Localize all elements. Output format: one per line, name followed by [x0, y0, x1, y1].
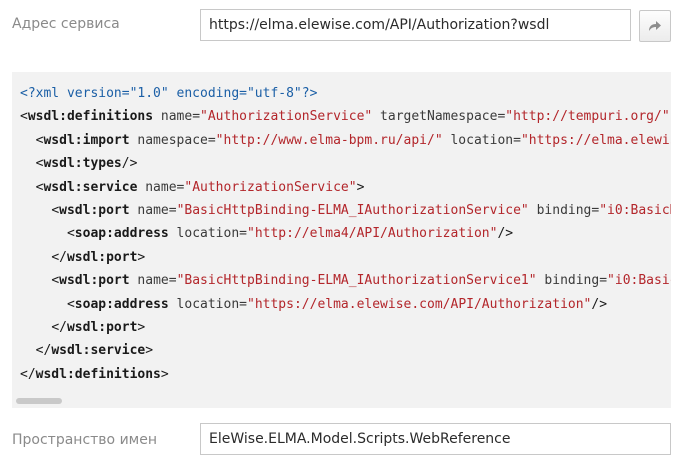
code-token-attr: name= — [137, 179, 185, 195]
code-line: </wsdl:port> — [20, 246, 671, 269]
code-token-punc: < — [51, 202, 60, 218]
code-token-tag: wsdl:service — [51, 343, 146, 359]
code-line: <wsdl:port name="BasicHttpBinding-ELMA_I… — [20, 199, 671, 222]
code-line: <wsdl:port name="BasicHttpBinding-ELMA_I… — [20, 269, 671, 292]
code-token-punc: </ — [51, 249, 67, 265]
code-token-punc: /> — [591, 296, 608, 312]
code-token-punc: </ — [51, 319, 67, 335]
code-token-attr: location= — [168, 296, 247, 312]
code-line: </wsdl:port> — [20, 316, 671, 339]
code-token-val: "i0:BasicHttpBinding-ELMA_IAuthorization… — [599, 202, 671, 218]
code-line: </wsdl:service> — [20, 339, 671, 362]
code-line: </wsdl:definitions> — [20, 363, 671, 386]
code-token-val: "http://tempuri.org/" — [505, 109, 670, 125]
code-token-punc: > — [160, 366, 169, 382]
code-token-tag: wsdl:import — [43, 132, 130, 148]
wsdl-code-panel[interactable]: <?xml version="1.0" encoding="utf-8"?> <w… — [12, 72, 671, 408]
code-token-attr: binding= — [536, 273, 608, 289]
code-token-val: "http://www.elma-bpm.ru/api/" — [215, 132, 443, 148]
code-token-tag: wsdl:port — [66, 319, 138, 335]
code-token-attr: name= — [153, 109, 201, 125]
code-token-tag: wsdl:definitions — [27, 109, 154, 125]
horizontal-scrollbar-thumb[interactable] — [16, 398, 62, 404]
code-token-attr: location= — [442, 132, 521, 148]
code-token-val: "AuthorizationService" — [184, 179, 357, 195]
code-token-punc: > — [145, 343, 154, 359]
namespace-label: Пространство имен — [12, 432, 157, 448]
code-token-val: "i0:BasicHttpBinding-ELMA_IAuthorization… — [607, 273, 671, 289]
code-token-val: "http://elma4/API/Authorization" — [247, 226, 498, 242]
code-token-punc: </ — [20, 366, 36, 382]
code-line: <wsdl:types/> — [20, 152, 671, 175]
code-token-attr: namespace= — [129, 132, 216, 148]
code-token-tag: soap:address — [74, 226, 169, 242]
code-token-attr: name= — [129, 273, 177, 289]
code-token-tag: wsdl:port — [66, 249, 138, 265]
code-token-punc: < — [51, 273, 60, 289]
code-token-attr: binding= — [528, 202, 600, 218]
code-token-attr: name= — [129, 202, 177, 218]
code-line: <soap:address location="https://elma.ele… — [20, 293, 671, 316]
code-token-punc: /> — [121, 156, 138, 172]
code-line: <wsdl:import namespace="http://www.elma-… — [20, 129, 671, 152]
service-address-label: Адрес сервиса — [12, 16, 120, 32]
code-token-punc: > — [137, 319, 146, 335]
code-token-punc: > — [137, 249, 146, 265]
code-token-punc: </ — [35, 343, 52, 359]
service-address-input[interactable]: https://elma.elewise.com/API/Authorizati… — [200, 9, 631, 41]
code-token-tag: wsdl:service — [43, 179, 138, 195]
code-token-tag: soap:address — [74, 296, 169, 312]
code-token-punc: < — [66, 296, 75, 312]
code-token-tag: wsdl:port — [59, 273, 130, 289]
code-token-tag: wsdl:port — [59, 202, 130, 218]
namespace-input[interactable]: EleWise.ELMA.Model.Scripts.WebReference — [200, 423, 671, 455]
code-token-val: "BasicHttpBinding-ELMA_IAuthorizationSer… — [176, 273, 537, 289]
code-token-attr: targetNamespace= — [372, 109, 506, 125]
open-address-button[interactable] — [639, 10, 671, 42]
code-token-attr: location= — [168, 226, 247, 242]
wsdl-code: <?xml version="1.0" encoding="utf-8"?> <w… — [20, 82, 671, 386]
code-line: <wsdl:definitions name="AuthorizationSer… — [20, 105, 671, 128]
code-token-val: "https://elma.elewise.com/API/Authorizat… — [520, 132, 671, 148]
code-token-pi: <?xml version="1.0" encoding="utf-8"?> — [20, 86, 318, 101]
code-token-punc: < — [20, 109, 28, 125]
code-token-val: "https://elma.elewise.com/API/Authorizat… — [247, 296, 592, 312]
code-token-val: "AuthorizationService" — [200, 109, 373, 125]
code-line: <?xml version="1.0" encoding="utf-8"?> — [20, 82, 671, 105]
code-token-tag: wsdl:definitions — [35, 366, 161, 382]
code-token-punc: < — [66, 226, 75, 242]
code-line: <soap:address location="http://elma4/API… — [20, 222, 671, 245]
share-arrow-icon — [648, 17, 662, 36]
code-token-val: "BasicHttpBinding-ELMA_IAuthorizationSer… — [176, 202, 529, 218]
code-token-tag: wsdl:types — [43, 156, 122, 172]
code-token-punc: > — [356, 179, 365, 195]
code-token-punc: /> — [497, 226, 514, 242]
code-line: <wsdl:service name="AuthorizationService… — [20, 176, 671, 199]
